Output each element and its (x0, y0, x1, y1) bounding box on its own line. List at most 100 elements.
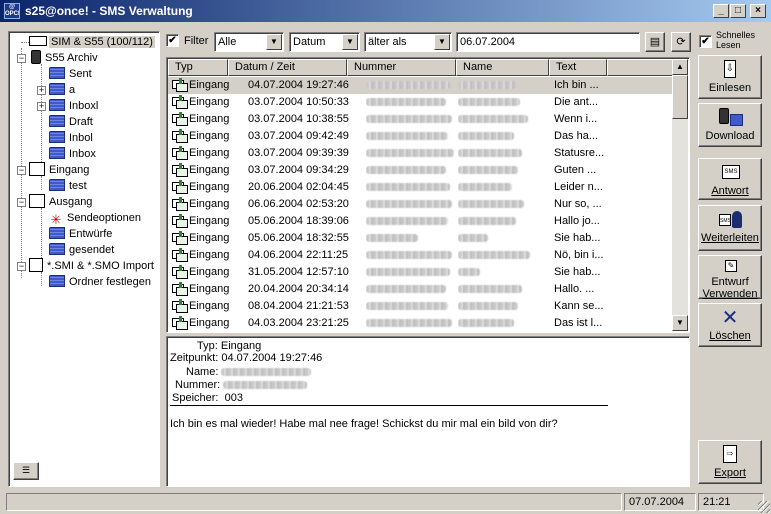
detail-typ: Typ: Eingang (197, 340, 262, 352)
minimize-button[interactable]: _ (713, 4, 729, 18)
status-panel-main (6, 493, 622, 511)
loeschen-button[interactable]: ✕ Löschen (698, 303, 762, 347)
calendar-button[interactable]: ▤ (645, 32, 665, 52)
chevron-down-icon[interactable]: ▼ (266, 34, 282, 50)
star-icon: ✳ (50, 212, 62, 227)
table-row[interactable]: Eingang 03.07.2004 09:42:49 Das ha... (168, 128, 673, 145)
reply-icon: SMS (717, 163, 743, 183)
tree-item-test[interactable]: test (49, 178, 89, 194)
cell-typ: Eingang (189, 317, 229, 329)
expander-ausgang[interactable]: − (17, 198, 26, 207)
filter-field-select[interactable]: Datum ▼ (289, 32, 360, 52)
tree-item-entwuerfe[interactable]: Entwürfe (49, 226, 114, 242)
cell-name (458, 128, 548, 145)
cell-datum: 04.07.2004 19:27:46 (248, 79, 349, 91)
download-button[interactable]: Download (698, 103, 762, 147)
refresh-icon: ⟳ (676, 36, 686, 48)
table-row[interactable]: Eingang 04.03.2004 23:21:25 Das ist l... (168, 315, 673, 332)
expander-inboxl[interactable]: + (37, 102, 46, 111)
folder-icon (49, 99, 65, 111)
column-text[interactable]: Text (549, 59, 607, 76)
fast-read-checkbox[interactable]: ✔ (699, 35, 712, 48)
table-row[interactable]: Eingang 06.06.2004 02:53:20 Nur so, ... (168, 196, 673, 213)
cell-nummer (366, 298, 466, 315)
table-row[interactable]: Eingang 05.06.2004 18:32:55 Sie hab... (168, 230, 673, 247)
expander-import[interactable]: − (17, 262, 26, 271)
sim-card-icon (29, 36, 47, 46)
list-scrollbar[interactable]: ▲ ▼ (672, 59, 688, 331)
table-row[interactable]: Eingang 03.07.2004 09:34:29 Guten ... (168, 162, 673, 179)
sms-outbox-icon (29, 194, 45, 208)
expander-s55-archiv[interactable]: − (17, 54, 26, 63)
cell-name (458, 213, 548, 230)
column-name[interactable]: Name (456, 59, 549, 76)
tree-item-eingang[interactable]: Eingang (29, 162, 91, 178)
weiterleiten-button[interactable]: SMS Weiterleiten (698, 205, 762, 251)
entwurf-verwenden-button[interactable]: ✎ Entwurf Verwenden (698, 255, 762, 300)
export-button[interactable]: ⇨ Export (698, 440, 762, 484)
tree-view-toggle-button[interactable]: ☰ (13, 462, 39, 480)
table-row[interactable]: Eingang 05.06.2004 18:39:06 Hallo jo... (168, 213, 673, 230)
table-row[interactable]: Eingang 08.04.2004 21:21:53 Kann se... (168, 298, 673, 315)
tree-item-s55-archiv[interactable]: S55 Archiv (31, 50, 100, 66)
folder-icon (49, 147, 65, 159)
chevron-down-icon[interactable]: ▼ (434, 34, 450, 50)
einlesen-button[interactable]: ⇩ Einlesen (698, 55, 762, 99)
incoming-message-icon (172, 163, 188, 177)
tree-item-inbol[interactable]: Inbol (49, 130, 95, 146)
table-row[interactable]: Eingang 04.07.2004 19:27:46 Ich bin ... (168, 77, 673, 94)
chevron-down-icon[interactable]: ▼ (342, 34, 358, 50)
tree-item-sim-s55[interactable]: SIM & S55 (100/112) (29, 34, 155, 50)
table-row[interactable]: Eingang 31.05.2004 12:57:10 Sie hab... (168, 264, 673, 281)
redacted-number (366, 251, 452, 260)
refresh-button[interactable]: ⟳ (671, 32, 691, 52)
cell-text: Nur so, ... (554, 198, 602, 210)
folder-icon (49, 131, 65, 143)
antwort-button[interactable]: SMS Antwort (698, 158, 762, 200)
scroll-down-button[interactable]: ▼ (672, 315, 688, 331)
draft-icon: ✎ (717, 260, 743, 274)
table-row[interactable]: Eingang 03.07.2004 09:39:39 Statusre... (168, 145, 673, 162)
resize-grip[interactable] (758, 501, 770, 513)
cell-name (458, 264, 548, 281)
scroll-thumb[interactable] (672, 75, 688, 119)
tree-item-inbox[interactable]: Inbox (49, 146, 98, 162)
tree-item-sent[interactable]: Sent (49, 66, 94, 82)
scroll-up-button[interactable]: ▲ (672, 59, 688, 75)
maximize-button[interactable]: □ (730, 4, 746, 18)
close-button[interactable]: × (750, 4, 766, 18)
cell-datum: 20.06.2004 02:04:45 (248, 181, 349, 193)
message-list[interactable]: Typ Datum / Zeit Nummer Name Text Eingan… (166, 57, 690, 333)
filter-checkbox[interactable]: ✔ (166, 34, 179, 47)
column-datum[interactable]: Datum / Zeit (228, 59, 347, 76)
tree-item-ausgang[interactable]: Ausgang (29, 194, 94, 210)
window-title: s25@once! - SMS Verwaltung (25, 4, 193, 18)
column-nummer[interactable]: Nummer (347, 59, 456, 76)
redacted-name (458, 149, 522, 158)
redacted-number (366, 132, 448, 141)
table-row[interactable]: Eingang 20.04.2004 20:34:14 Hallo. ... (168, 281, 673, 298)
expander-a[interactable]: + (37, 86, 46, 95)
filter-type-select[interactable]: Alle ▼ (214, 32, 284, 52)
redacted-name (458, 166, 518, 175)
tree-item-sendeoptionen[interactable]: ✳ Sendeoptionen (49, 210, 143, 227)
table-row[interactable]: Eingang 04.06.2004 22:11:25 Nö, bin i... (168, 247, 673, 264)
column-typ[interactable]: Typ (168, 59, 228, 76)
tree-item-import[interactable]: *.SMI & *.SMO Import (29, 258, 156, 274)
table-row[interactable]: Eingang 03.07.2004 10:38:55 Wenn i... (168, 111, 673, 128)
expander-eingang[interactable]: − (17, 166, 26, 175)
filter-date-input[interactable]: 06.07.2004 (456, 32, 640, 52)
table-row[interactable]: Eingang 03.07.2004 10:50:33 Die ant... (168, 94, 673, 111)
folder-tree[interactable]: SIM & S55 (100/112) − S55 Archiv Sent + … (8, 31, 160, 487)
tree-item-gesendet[interactable]: gesendet (49, 242, 116, 258)
tree-item-draft[interactable]: Draft (49, 114, 95, 130)
redacted-name (458, 200, 524, 209)
table-row[interactable]: Eingang 20.06.2004 02:04:45 Leider n... (168, 179, 673, 196)
tree-item-ordner-festlegen[interactable]: Ordner festlegen (49, 274, 153, 290)
tree-item-inboxl[interactable]: Inboxl (49, 98, 100, 114)
folder-icon (49, 227, 65, 239)
tree-item-a[interactable]: a (49, 82, 77, 98)
redacted-name (458, 115, 528, 124)
filter-operator-select[interactable]: älter als ▼ (364, 32, 452, 52)
redacted-number (366, 149, 454, 158)
